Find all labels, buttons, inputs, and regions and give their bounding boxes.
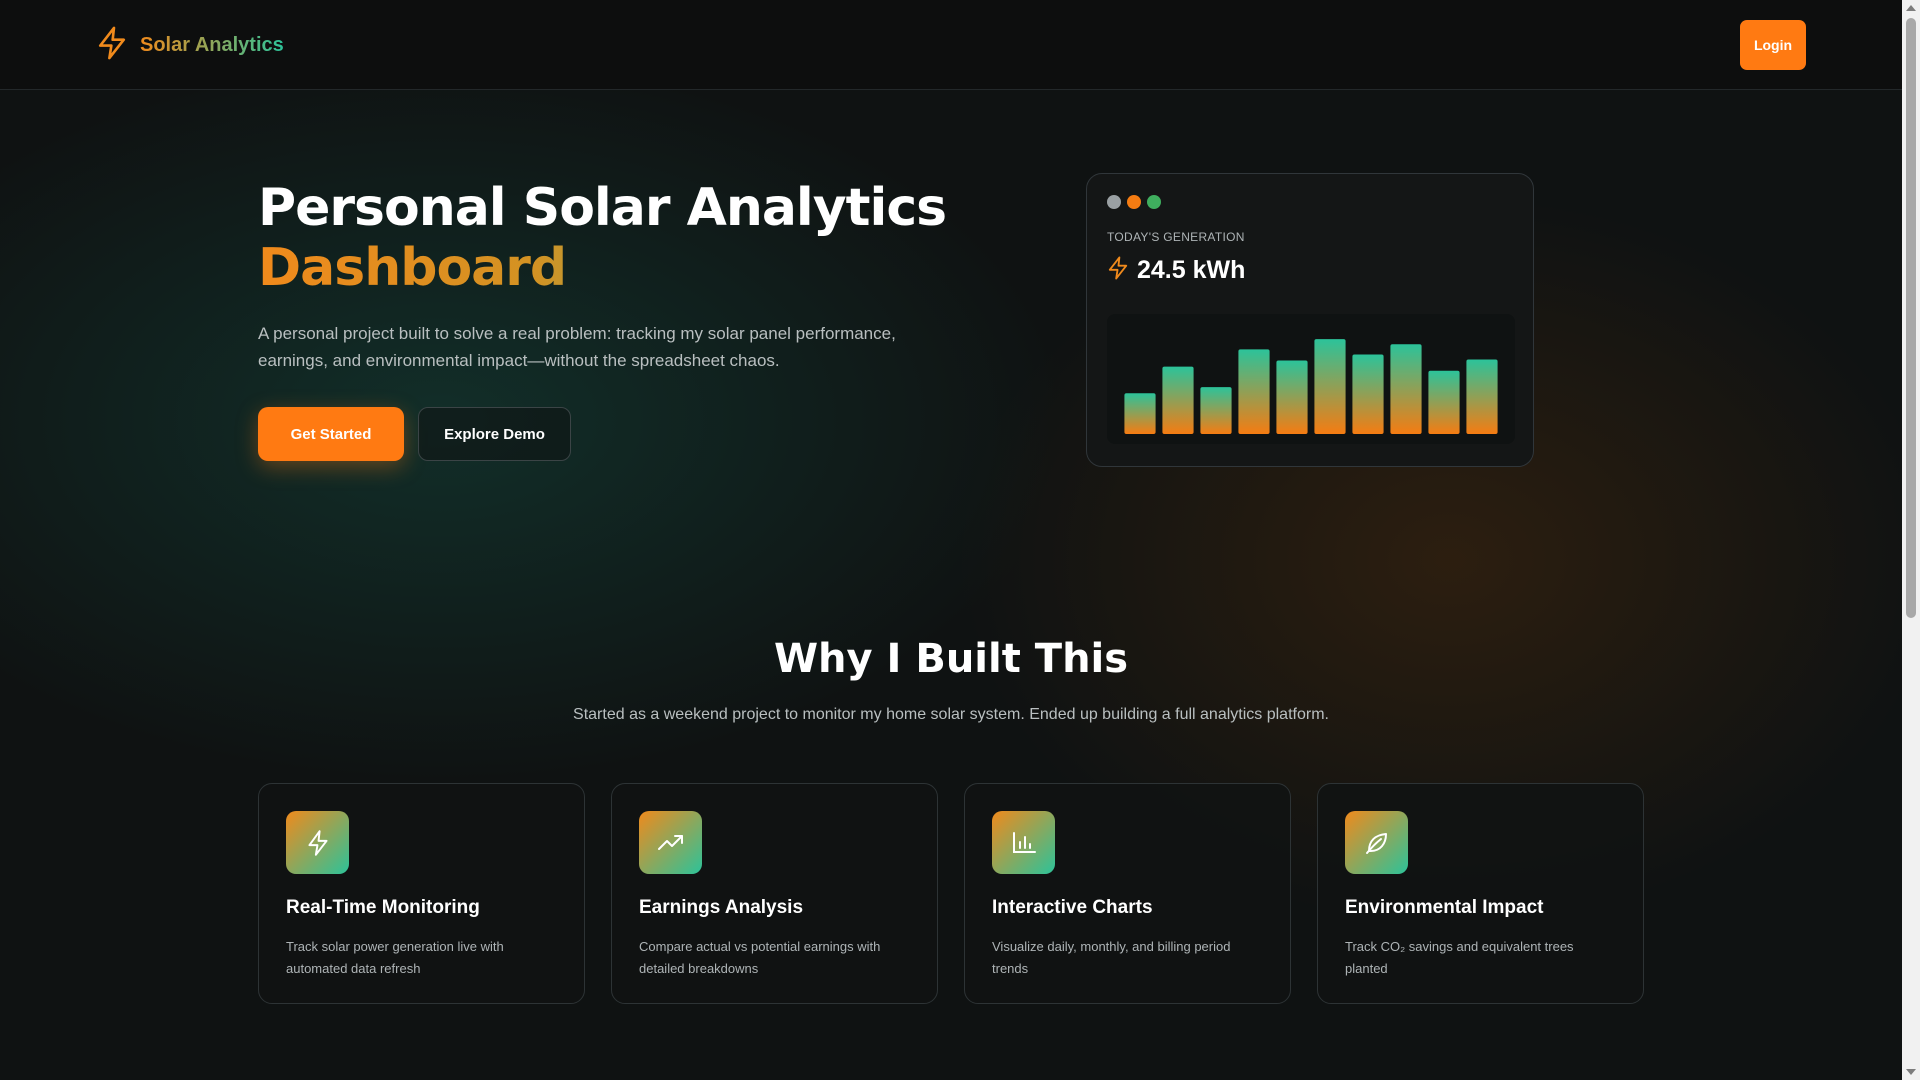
chart-bar xyxy=(1428,370,1460,434)
feature-card-interactive-charts: Interactive Charts Visualize daily, mont… xyxy=(964,783,1291,1004)
hero-title: Personal Solar Analytics Dashboard xyxy=(258,178,947,298)
feature-description: Compare actual vs potential earnings wit… xyxy=(639,939,881,976)
window-dot-orange xyxy=(1127,195,1141,209)
hero-subtitle: A personal project built to solve a real… xyxy=(258,324,896,370)
feature-card-earnings-analysis: Earnings Analysis Compare actual vs pote… xyxy=(611,783,938,1004)
chart-bar xyxy=(1276,360,1308,434)
bar-chart-icon xyxy=(992,811,1055,874)
generation-preview-card: TODAY'S GENERATION 24.5 kWh xyxy=(1086,173,1534,467)
generation-value: 24.5 kWh xyxy=(1137,256,1246,284)
leaf-icon xyxy=(1345,811,1408,874)
lightning-bolt-icon xyxy=(96,26,128,65)
chart-bar xyxy=(1352,354,1384,434)
generation-label: TODAY'S GENERATION xyxy=(1107,230,1245,244)
generation-value-row: 24.5 kWh xyxy=(1107,256,1245,285)
chart-bar xyxy=(1314,339,1346,434)
top-nav-bar: Solar Analytics Login xyxy=(0,0,1902,90)
chart-bar xyxy=(1466,359,1498,434)
chart-bar xyxy=(1124,393,1156,434)
lightning-bolt-icon xyxy=(1107,256,1129,285)
bar-chart-svg xyxy=(1124,339,1498,434)
generation-bar-chart xyxy=(1107,314,1515,444)
feature-description: Track solar power generation live with a… xyxy=(286,939,504,976)
scrollbar-thumb[interactable] xyxy=(1906,18,1916,618)
feature-title: Environmental Impact xyxy=(1345,897,1544,918)
scroll-down-arrow-icon[interactable] xyxy=(1906,1069,1916,1075)
chart-bar xyxy=(1238,349,1270,434)
window-dot-green xyxy=(1147,195,1161,209)
window-dot-gray xyxy=(1107,195,1121,209)
chart-bar xyxy=(1200,387,1232,434)
chart-bar xyxy=(1390,344,1422,434)
hero-title-line2: Dashboard xyxy=(258,238,946,298)
feature-card-environmental-impact: Environmental Impact Track CO₂ savings a… xyxy=(1317,783,1644,1004)
get-started-button[interactable]: Get Started xyxy=(258,407,404,461)
feature-description: Track CO₂ savings and equivalent trees p… xyxy=(1345,939,1574,976)
window-dots xyxy=(1107,195,1161,209)
login-button[interactable]: Login xyxy=(1740,20,1806,70)
why-section-title: Why I Built This xyxy=(773,636,1129,682)
trending-up-icon xyxy=(639,811,702,874)
why-section-subtitle: Started as a weekend project to monitor … xyxy=(573,706,1329,723)
feature-title: Earnings Analysis xyxy=(639,897,804,918)
chart-bar xyxy=(1162,366,1194,434)
feature-description: Visualize daily, monthly, and billing pe… xyxy=(992,939,1231,976)
brand-logo[interactable]: Solar Analytics xyxy=(96,26,284,65)
brand-name: Solar Analytics xyxy=(140,33,284,56)
feature-card-real-time-monitoring: Real-Time Monitoring Track solar power g… xyxy=(258,783,585,1004)
hero-title-line1: Personal Solar Analytics xyxy=(258,178,947,238)
page-scrollbar[interactable] xyxy=(1902,0,1920,1080)
feature-title: Interactive Charts xyxy=(992,897,1153,918)
feature-title: Real-Time Monitoring xyxy=(286,897,480,918)
explore-demo-button[interactable]: Explore Demo xyxy=(418,407,571,461)
scroll-up-arrow-icon[interactable] xyxy=(1906,5,1916,11)
lightning-bolt-icon xyxy=(286,811,349,874)
